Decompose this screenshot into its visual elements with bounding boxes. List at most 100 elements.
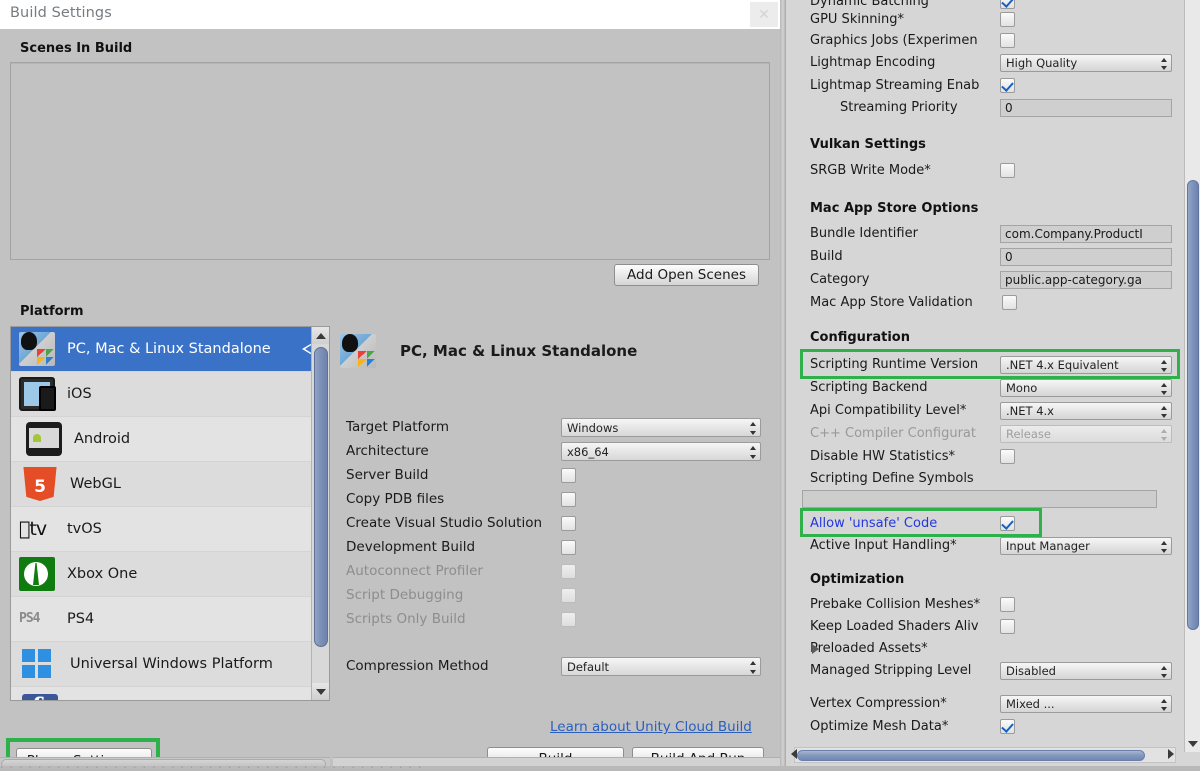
add-open-scenes-button[interactable]: Add Open Scenes (614, 264, 759, 286)
inspector-row-category[interactable]: Category public.app-category.ga (810, 269, 1184, 290)
scrollbar-thumb[interactable] (314, 347, 328, 647)
inspector-row-build[interactable]: Build 0 (810, 246, 1184, 267)
allow-unsafe-code-checkbox[interactable] (1000, 516, 1015, 531)
inspector-row-keep-loaded-shaders-alive[interactable]: Keep Loaded Shaders Aliv (810, 616, 1184, 637)
field-development-build[interactable]: Development Build (346, 535, 771, 559)
prebake-collision-meshes-checkbox[interactable] (1000, 597, 1015, 612)
inspector-row-preloaded-assets[interactable]: Preloaded Assets* (810, 638, 1184, 659)
gpu-skinning-checkbox[interactable] (1000, 12, 1015, 27)
disable-hw-statistics-checkbox[interactable] (1000, 449, 1015, 464)
compression-method-dropdown[interactable]: Default (561, 656, 761, 676)
inspector-row-api-compatibility-level[interactable]: Api Compatibility Level* .NET 4.x (810, 400, 1184, 421)
field-target-platform[interactable]: Target Platform Windows (346, 415, 771, 439)
managed-stripping-level-dropdown[interactable]: Disabled (1000, 661, 1172, 680)
scroll-down-icon[interactable] (1185, 736, 1200, 752)
script-debugging-checkbox (561, 587, 576, 603)
scrollbar-thumb[interactable] (1187, 180, 1199, 630)
field-compression-method[interactable]: Compression Method Default (346, 654, 771, 678)
unity-cloud-build-link[interactable]: Learn about Unity Cloud Build (550, 719, 752, 735)
platform-item-standalone[interactable]: PC, Mac & Linux Standalone (11, 327, 329, 372)
keep-loaded-shaders-alive-checkbox[interactable] (1000, 619, 1015, 634)
field-label: Architecture (346, 443, 429, 459)
optimize-mesh-data-checkbox[interactable] (1000, 719, 1015, 734)
inspector-vertical-scrollbar[interactable] (1184, 0, 1200, 752)
platform-item-tvos[interactable]: tv tvOS (11, 507, 329, 552)
platform-item-uwp[interactable]: Universal Windows Platform (11, 642, 329, 687)
field-copy-pdb-files[interactable]: Copy PDB files (346, 487, 771, 511)
server-build-checkbox[interactable] (561, 467, 576, 483)
platform-item-ios[interactable]: iOS (11, 372, 329, 417)
row-label: Preloaded Assets* (810, 641, 928, 656)
dropdown-value: High Quality (1006, 55, 1078, 70)
field-server-build[interactable]: Server Build (346, 463, 771, 487)
scroll-up-icon[interactable] (312, 327, 329, 344)
inspector-row-active-input-handling[interactable]: Active Input Handling* Input Manager (810, 535, 1184, 556)
chevron-updown-icon (1160, 698, 1167, 711)
active-input-handling-dropdown[interactable]: Input Manager (1000, 536, 1172, 555)
inspector-row-srgb-write-mode[interactable]: SRGB Write Mode* (810, 160, 1184, 181)
scenes-in-build-list[interactable] (10, 62, 770, 260)
inspector-row-prebake-collision-meshes[interactable]: Prebake Collision Meshes* (810, 594, 1184, 615)
inspector-row-lightmap-encoding[interactable]: Lightmap Encoding High Quality (810, 52, 1184, 73)
scripting-backend-dropdown[interactable]: Mono (1000, 378, 1172, 397)
scroll-down-icon[interactable] (312, 683, 329, 700)
inspector-row-mac-app-store-validation[interactable]: Mac App Store Validation (810, 292, 1184, 313)
inspector-row-vertex-compression[interactable]: Vertex Compression* Mixed ... (810, 693, 1184, 714)
build-number-input[interactable]: 0 (1000, 247, 1172, 266)
architecture-dropdown[interactable]: x86_64 (561, 441, 761, 461)
platform-item-label: PS4 (67, 611, 95, 627)
platform-item-android[interactable]: Android (11, 417, 329, 462)
api-compatibility-level-dropdown[interactable]: .NET 4.x (1000, 401, 1172, 420)
srgb-write-mode-checkbox[interactable] (1000, 163, 1015, 178)
platform-item-label: iOS (67, 386, 92, 402)
vertex-compression-dropdown[interactable]: Mixed ... (1000, 694, 1172, 713)
scripting-runtime-version-dropdown[interactable]: .NET 4.x Equivalent (1000, 355, 1172, 374)
inspector-row-graphics-jobs[interactable]: Graphics Jobs (Experimen (810, 30, 1184, 51)
platform-item-label: PC, Mac & Linux Standalone (67, 341, 271, 357)
inspector-row-scripting-backend[interactable]: Scripting Backend Mono (810, 377, 1184, 398)
development-build-checkbox[interactable] (561, 539, 576, 555)
category-input[interactable]: public.app-category.ga (1000, 270, 1172, 289)
create-visual-studio-solution-checkbox[interactable] (561, 515, 576, 531)
inspector-row-allow-unsafe-code[interactable]: Allow 'unsafe' Code (810, 513, 1184, 534)
copy-pdb-files-checkbox[interactable] (561, 491, 576, 507)
platform-item-webgl[interactable]: WebGL (11, 462, 329, 507)
platform-item-facebook[interactable] (11, 687, 329, 700)
platform-item-label: Xbox One (67, 566, 138, 582)
inspector-row-disable-hw-statistics[interactable]: Disable HW Statistics* (810, 446, 1184, 467)
graphics-jobs-checkbox[interactable] (1000, 33, 1015, 48)
streaming-priority-input[interactable]: 0 (1000, 98, 1172, 117)
lightmap-encoding-dropdown[interactable]: High Quality (1000, 53, 1172, 72)
field-architecture[interactable]: Architecture x86_64 (346, 439, 771, 463)
inspector-row-scripting-define-symbols-field[interactable] (802, 488, 1176, 509)
lightmap-streaming-checkbox[interactable] (1000, 78, 1015, 93)
row-label: Lightmap Streaming Enab (810, 78, 980, 93)
inspector-row-streaming-priority[interactable]: Streaming Priority 0 (810, 97, 1184, 118)
uwp-icon (22, 649, 58, 679)
chevron-right-icon[interactable] (812, 644, 819, 654)
scroll-left-icon[interactable] (787, 748, 801, 760)
inspector-row-optimize-mesh-data[interactable]: Optimize Mesh Data* (810, 716, 1184, 737)
inspector-row-scripting-runtime-version[interactable]: Scripting Runtime Version .NET 4.x Equiv… (810, 354, 1184, 375)
dynamic-batching-checkbox[interactable] (1000, 0, 1015, 9)
platform-list-scrollbar[interactable] (311, 327, 329, 700)
facebook-icon (22, 692, 58, 700)
inspector-row-gpu-skinning[interactable]: GPU Skinning* (810, 9, 1184, 30)
platform-list[interactable]: PC, Mac & Linux Standalone iOS Android W… (10, 326, 330, 701)
scripting-define-symbols-input[interactable] (802, 489, 1157, 508)
inspector-row-lightmap-streaming-enabled[interactable]: Lightmap Streaming Enab (810, 75, 1184, 96)
field-create-vs-solution[interactable]: Create Visual Studio Solution (346, 511, 771, 535)
row-label: Build (810, 249, 843, 264)
field-label: Compression Method (346, 658, 489, 674)
scroll-right-icon[interactable] (1163, 748, 1179, 760)
bundle-identifier-input[interactable]: com.Company.ProductI (1000, 224, 1172, 243)
platform-item-xbox-one[interactable]: Xbox One (11, 552, 329, 597)
mac-app-store-validation-checkbox[interactable] (1002, 295, 1017, 310)
platform-item-ps4[interactable]: PS4 PS4 (11, 597, 329, 642)
close-icon[interactable]: ✕ (750, 2, 778, 27)
inspector-row-bundle-identifier[interactable]: Bundle Identifier com.Company.ProductI (810, 223, 1184, 244)
inspector-horizontal-scrollbar[interactable] (791, 747, 1179, 763)
inspector-row-managed-stripping-level[interactable]: Managed Stripping Level Disabled (810, 660, 1184, 681)
scrollbar-thumb[interactable] (797, 750, 1145, 761)
target-platform-dropdown[interactable]: Windows (561, 417, 761, 437)
